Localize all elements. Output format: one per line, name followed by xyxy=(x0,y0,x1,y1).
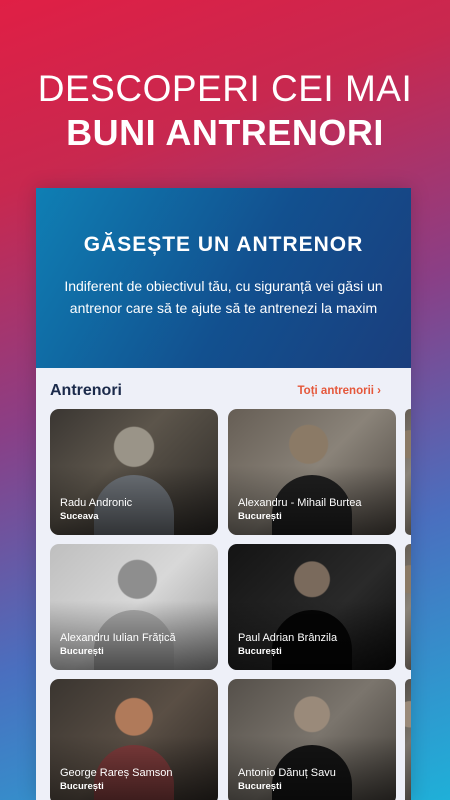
trainer-city: București xyxy=(238,511,282,522)
trainer-name: Antonio Dănuț Savu xyxy=(238,767,336,779)
trainer-name: Alexandru Iulian Frățică xyxy=(60,632,176,644)
hero-subtitle: Indiferent de obiectivul tău, cu siguran… xyxy=(64,278,383,316)
promo-headline-line2: BUNI ANTRENORI xyxy=(66,112,384,153)
trainer-city: București xyxy=(60,646,104,657)
next-card-peek[interactable] xyxy=(405,679,411,800)
hero-title: GĂSEȘTE UN ANTRENOR xyxy=(83,233,364,256)
app-screen: GĂSEȘTE UN ANTRENOR Indiferent de obiect… xyxy=(36,188,411,800)
trainer-card[interactable]: Radu Andronic Suceava xyxy=(50,409,218,535)
trainer-card[interactable]: Antonio Dănuț Savu București xyxy=(228,679,396,800)
hero-banner: GĂSEȘTE UN ANTRENOR Indiferent de obiect… xyxy=(36,188,411,368)
trainers-section-header: Antrenori Toți antrenorii › xyxy=(50,382,381,404)
trainer-city: București xyxy=(238,781,282,792)
trainer-card[interactable]: Alexandru Iulian Frățică București xyxy=(50,544,218,670)
trainer-name: Paul Adrian Brânzila xyxy=(238,632,338,644)
trainer-card[interactable]: Alexandru - Mihail Burtea București xyxy=(228,409,396,535)
trainer-city: București xyxy=(60,781,104,792)
all-trainers-link[interactable]: Toți antrenorii › xyxy=(298,385,381,397)
trainer-card[interactable]: Paul Adrian Brânzila București xyxy=(228,544,396,670)
section-title: Antrenori xyxy=(50,382,122,399)
trainer-city: București xyxy=(238,646,282,657)
trainer-name: Alexandru - Mihail Burtea xyxy=(238,497,362,509)
trainer-city: Suceava xyxy=(60,511,99,522)
trainer-card[interactable]: George Rareș Samson București xyxy=(50,679,218,800)
next-card-peek[interactable] xyxy=(405,544,411,670)
trainer-name: Radu Andronic xyxy=(60,497,133,509)
promo-headline-line1: DESCOPERI CEI MAI xyxy=(37,68,413,109)
next-card-peek[interactable] xyxy=(405,409,411,535)
trainer-name: George Rareș Samson xyxy=(60,767,173,779)
